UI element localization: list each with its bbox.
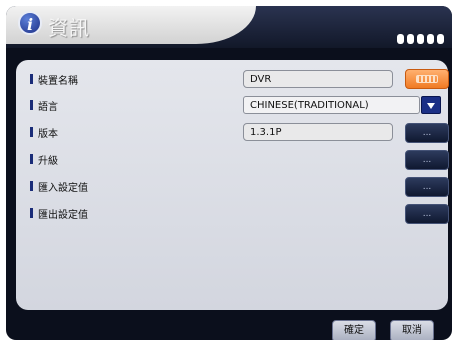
row-export-settings: 匯出設定值 [30,202,88,224]
upgrade-label: 升級 [38,155,58,167]
keyboard-button[interactable] [405,69,449,89]
title-tab [6,6,256,44]
version-label: 版本 [38,128,58,140]
indicator-dot [407,34,414,44]
indicator-dot [437,34,444,44]
info-icon: i [18,11,42,35]
row-import-settings: 匯入設定值 [30,175,88,197]
language-label: 語言 [38,101,58,113]
title-bar: i 資訊 [6,6,452,48]
status-indicator [397,34,444,44]
row-language: 語言 [30,94,58,116]
indicator-dot [427,34,434,44]
chevron-down-icon[interactable] [421,96,441,114]
row-device-name: 裝置名稱 [30,68,78,90]
row-bullet [30,100,33,110]
version-field: 1.3.1P [243,123,393,141]
indicator-dot [397,34,404,44]
export-settings-label: 匯出設定值 [38,209,88,221]
import-settings-label: 匯入設定值 [38,182,88,194]
page-title: 資訊 [48,16,90,40]
device-name-field[interactable]: DVR [243,70,393,88]
upgrade-button[interactable]: ... [405,150,449,170]
row-bullet [30,208,33,218]
import-settings-button[interactable]: ... [405,177,449,197]
row-upgrade: 升級 [30,148,58,170]
language-select[interactable]: CHINESE(TRADITIONAL) [243,96,441,114]
row-bullet [30,181,33,191]
row-bullet [30,74,33,84]
language-value: CHINESE(TRADITIONAL) [250,100,369,111]
device-name-label: 裝置名稱 [38,75,78,87]
cancel-button[interactable]: 取消 [390,320,434,340]
export-settings-button[interactable]: ... [405,204,449,224]
dialog-frame: i 資訊 裝置名稱 DVR 語言 CHINESE(TRADITIONAL) 版本… [6,6,452,340]
ok-button[interactable]: 確定 [332,320,376,340]
version-button[interactable]: ... [405,123,449,143]
row-bullet [30,154,33,164]
keyboard-icon [416,75,438,83]
row-version: 版本 [30,121,58,143]
indicator-dot [417,34,424,44]
row-bullet [30,127,33,137]
settings-panel: 裝置名稱 DVR 語言 CHINESE(TRADITIONAL) 版本 1.3.… [16,60,449,310]
